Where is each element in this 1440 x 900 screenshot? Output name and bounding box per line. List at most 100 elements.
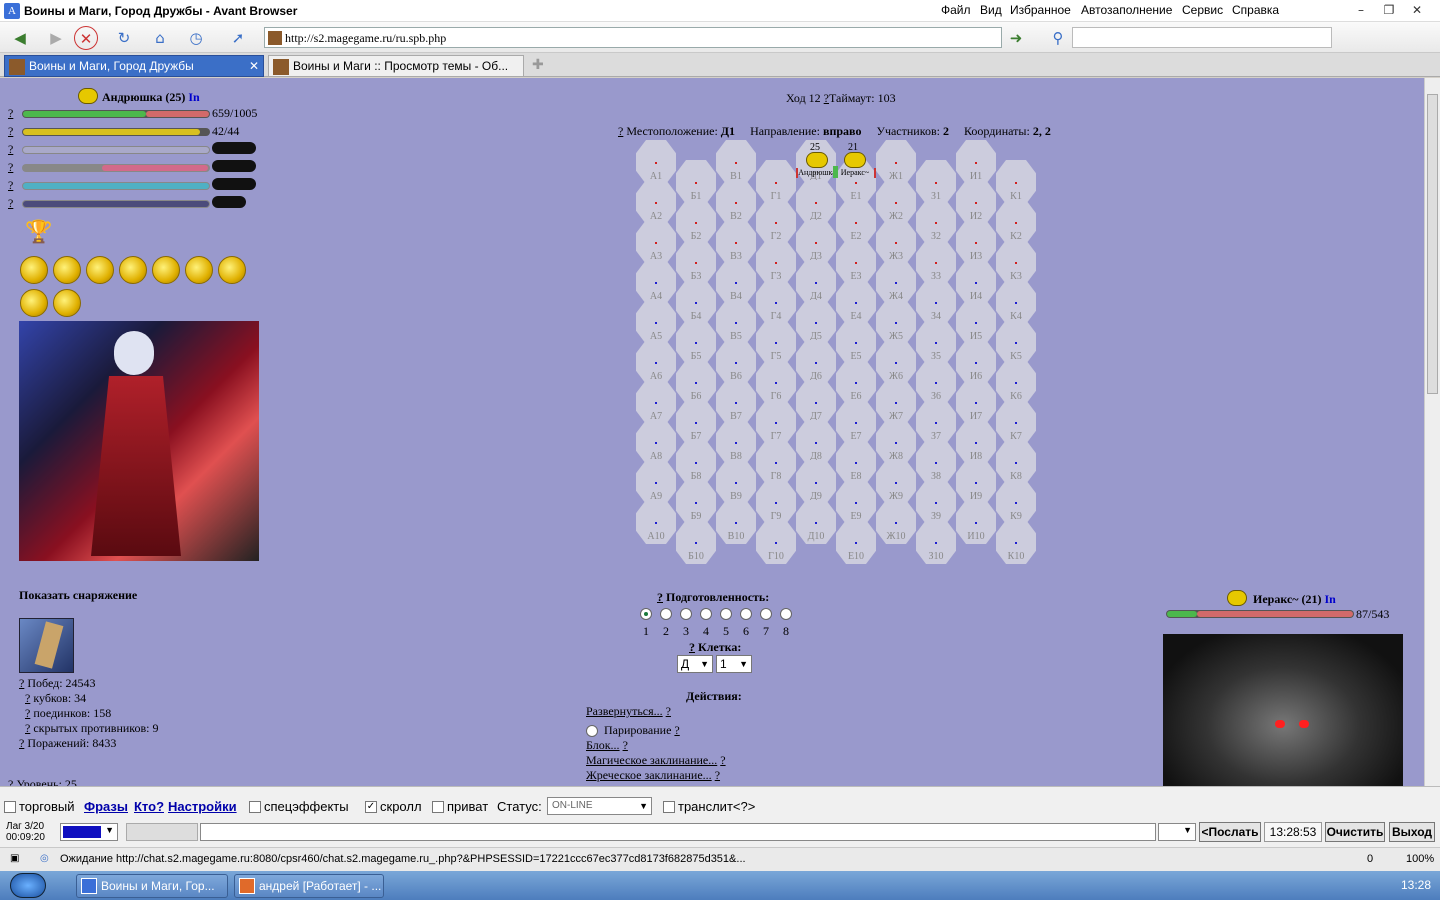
hex-cell[interactable]: З8 (916, 440, 956, 484)
hex-cell[interactable]: А3 (636, 220, 676, 264)
stat-help-link[interactable]: ? (8, 196, 13, 211)
history-icon[interactable]: ◷ (184, 26, 208, 50)
hex-cell[interactable]: А7 (636, 380, 676, 424)
hex-cell[interactable]: Д3 (796, 220, 836, 264)
hex-cell[interactable]: Б2 (676, 200, 716, 244)
address-bar[interactable]: http://s2.magegame.ru/ru.spb.php (264, 27, 1002, 48)
hex-cell[interactable]: В10 (716, 500, 756, 544)
mana-help-link[interactable]: ? (8, 124, 13, 139)
scroll-checkbox[interactable]: ✓ (365, 801, 377, 813)
hex-cell[interactable]: Г2 (756, 200, 796, 244)
hex-cell[interactable]: Ж2 (876, 180, 916, 224)
readiness-radio[interactable] (700, 608, 712, 620)
readiness-radio[interactable] (780, 608, 792, 620)
stat-help-link[interactable]: ? (8, 178, 13, 193)
hex-cell[interactable]: Д10 (796, 500, 836, 544)
hex-cell[interactable]: И1 (956, 140, 996, 184)
hex-cell[interactable]: Б1 (676, 160, 716, 204)
hex-cell[interactable]: В6 (716, 340, 756, 384)
action-help-link[interactable]: ? (715, 768, 720, 782)
player-token-icon[interactable] (806, 152, 828, 168)
hex-cell[interactable]: Ж5 (876, 300, 916, 344)
menu-view[interactable]: Вид (980, 3, 1002, 17)
hex-cell[interactable]: Ж4 (876, 260, 916, 304)
hex-cell[interactable]: З5 (916, 320, 956, 364)
menu-file[interactable]: Файл (941, 3, 971, 17)
location-help-link[interactable]: ? (618, 124, 623, 138)
clear-button[interactable]: Очистить (1325, 822, 1385, 842)
forward-icon[interactable]: ▶ (44, 26, 68, 50)
hex-cell[interactable]: Ж9 (876, 460, 916, 504)
hex-cell[interactable]: К9 (996, 480, 1036, 524)
action-help-link[interactable]: ? (666, 704, 671, 718)
action-magic-spell-link[interactable]: Магическое заклинание... (586, 753, 717, 767)
start-button[interactable] (10, 873, 46, 898)
hex-cell[interactable]: Г1 (756, 160, 796, 204)
hex-cell[interactable]: З10 (916, 520, 956, 564)
action-block-link[interactable]: Блок... (586, 738, 620, 752)
hex-cell[interactable]: К7 (996, 400, 1036, 444)
recipient-field[interactable] (126, 823, 198, 841)
search-icon[interactable]: ⚲ (1046, 26, 1070, 50)
opponent-token-icon[interactable] (844, 152, 866, 168)
hex-cell[interactable]: В9 (716, 460, 756, 504)
hex-cell[interactable]: Е3 (836, 240, 876, 284)
tab-active[interactable]: Воины и Маги, Город Дружбы ✕ (4, 55, 264, 77)
send-button[interactable]: <Послать (1199, 822, 1261, 842)
readiness-radio[interactable] (640, 608, 652, 620)
scrollbar-thumb[interactable] (1427, 94, 1438, 394)
hex-cell[interactable]: К4 (996, 280, 1036, 324)
hex-cell[interactable]: Е6 (836, 360, 876, 404)
zoom-level[interactable]: 100% (1406, 853, 1434, 865)
hex-cell[interactable]: В7 (716, 380, 756, 424)
hex-cell[interactable]: К5 (996, 320, 1036, 364)
hex-cell[interactable]: З4 (916, 280, 956, 324)
hex-cell[interactable]: К1 (996, 160, 1036, 204)
hex-cell[interactable]: В5 (716, 300, 756, 344)
hex-cell[interactable]: З1 (916, 160, 956, 204)
hex-cell[interactable]: Ж6 (876, 340, 916, 384)
hex-cell[interactable]: Г3 (756, 240, 796, 284)
hex-cell[interactable]: Д4 (796, 260, 836, 304)
exit-button[interactable]: Выход (1389, 822, 1435, 842)
show-gear-link[interactable]: Показать снаряжение (19, 588, 137, 603)
hex-cell[interactable]: И9 (956, 460, 996, 504)
hex-cell[interactable]: А4 (636, 260, 676, 304)
hex-cell[interactable]: К3 (996, 240, 1036, 284)
hex-cell[interactable]: З2 (916, 200, 956, 244)
tab-close-icon[interactable]: ✕ (249, 56, 259, 76)
back-icon[interactable]: ◀ (8, 26, 32, 50)
cell-help-link[interactable]: ? (689, 640, 695, 654)
readiness-radio[interactable] (660, 608, 672, 620)
hex-cell[interactable]: Е10 (836, 520, 876, 564)
hex-cell[interactable]: Ж10 (876, 500, 916, 544)
hex-cell[interactable]: К6 (996, 360, 1036, 404)
hex-cell[interactable]: И5 (956, 300, 996, 344)
hex-cell[interactable]: И7 (956, 380, 996, 424)
stat-help-link[interactable]: ? (8, 160, 13, 175)
color-select[interactable]: ▼ (60, 823, 118, 841)
trade-checkbox[interactable] (4, 801, 16, 813)
hex-cell[interactable]: К10 (996, 520, 1036, 564)
action-turn-link[interactable]: Развернуться... (586, 704, 663, 718)
menu-favorites[interactable]: Избранное (1010, 3, 1071, 17)
chat-message-input[interactable] (200, 823, 1156, 841)
readiness-radio[interactable] (740, 608, 752, 620)
hex-cell[interactable]: Ж8 (876, 420, 916, 464)
effects-checkbox[interactable] (249, 801, 261, 813)
hex-cell[interactable]: Б7 (676, 400, 716, 444)
hex-cell[interactable]: Г10 (756, 520, 796, 564)
hex-cell[interactable]: З9 (916, 480, 956, 524)
new-tab-icon[interactable]: ✚ (532, 57, 544, 73)
hex-cell[interactable]: З7 (916, 400, 956, 444)
hex-cell[interactable]: К8 (996, 440, 1036, 484)
hex-cell[interactable]: К2 (996, 200, 1036, 244)
action-help-link[interactable]: ? (720, 753, 725, 767)
phrases-link[interactable]: Фразы (84, 799, 128, 814)
tab-forum[interactable]: Воины и Маги :: Просмотр темы - Об... (268, 55, 524, 77)
refresh-icon[interactable]: ↻ (112, 26, 136, 50)
maximize-icon[interactable]: ❐ (1380, 2, 1398, 18)
menu-help[interactable]: Справка (1232, 3, 1279, 17)
hex-cell[interactable]: Е4 (836, 280, 876, 324)
parry-radio[interactable] (586, 725, 598, 738)
